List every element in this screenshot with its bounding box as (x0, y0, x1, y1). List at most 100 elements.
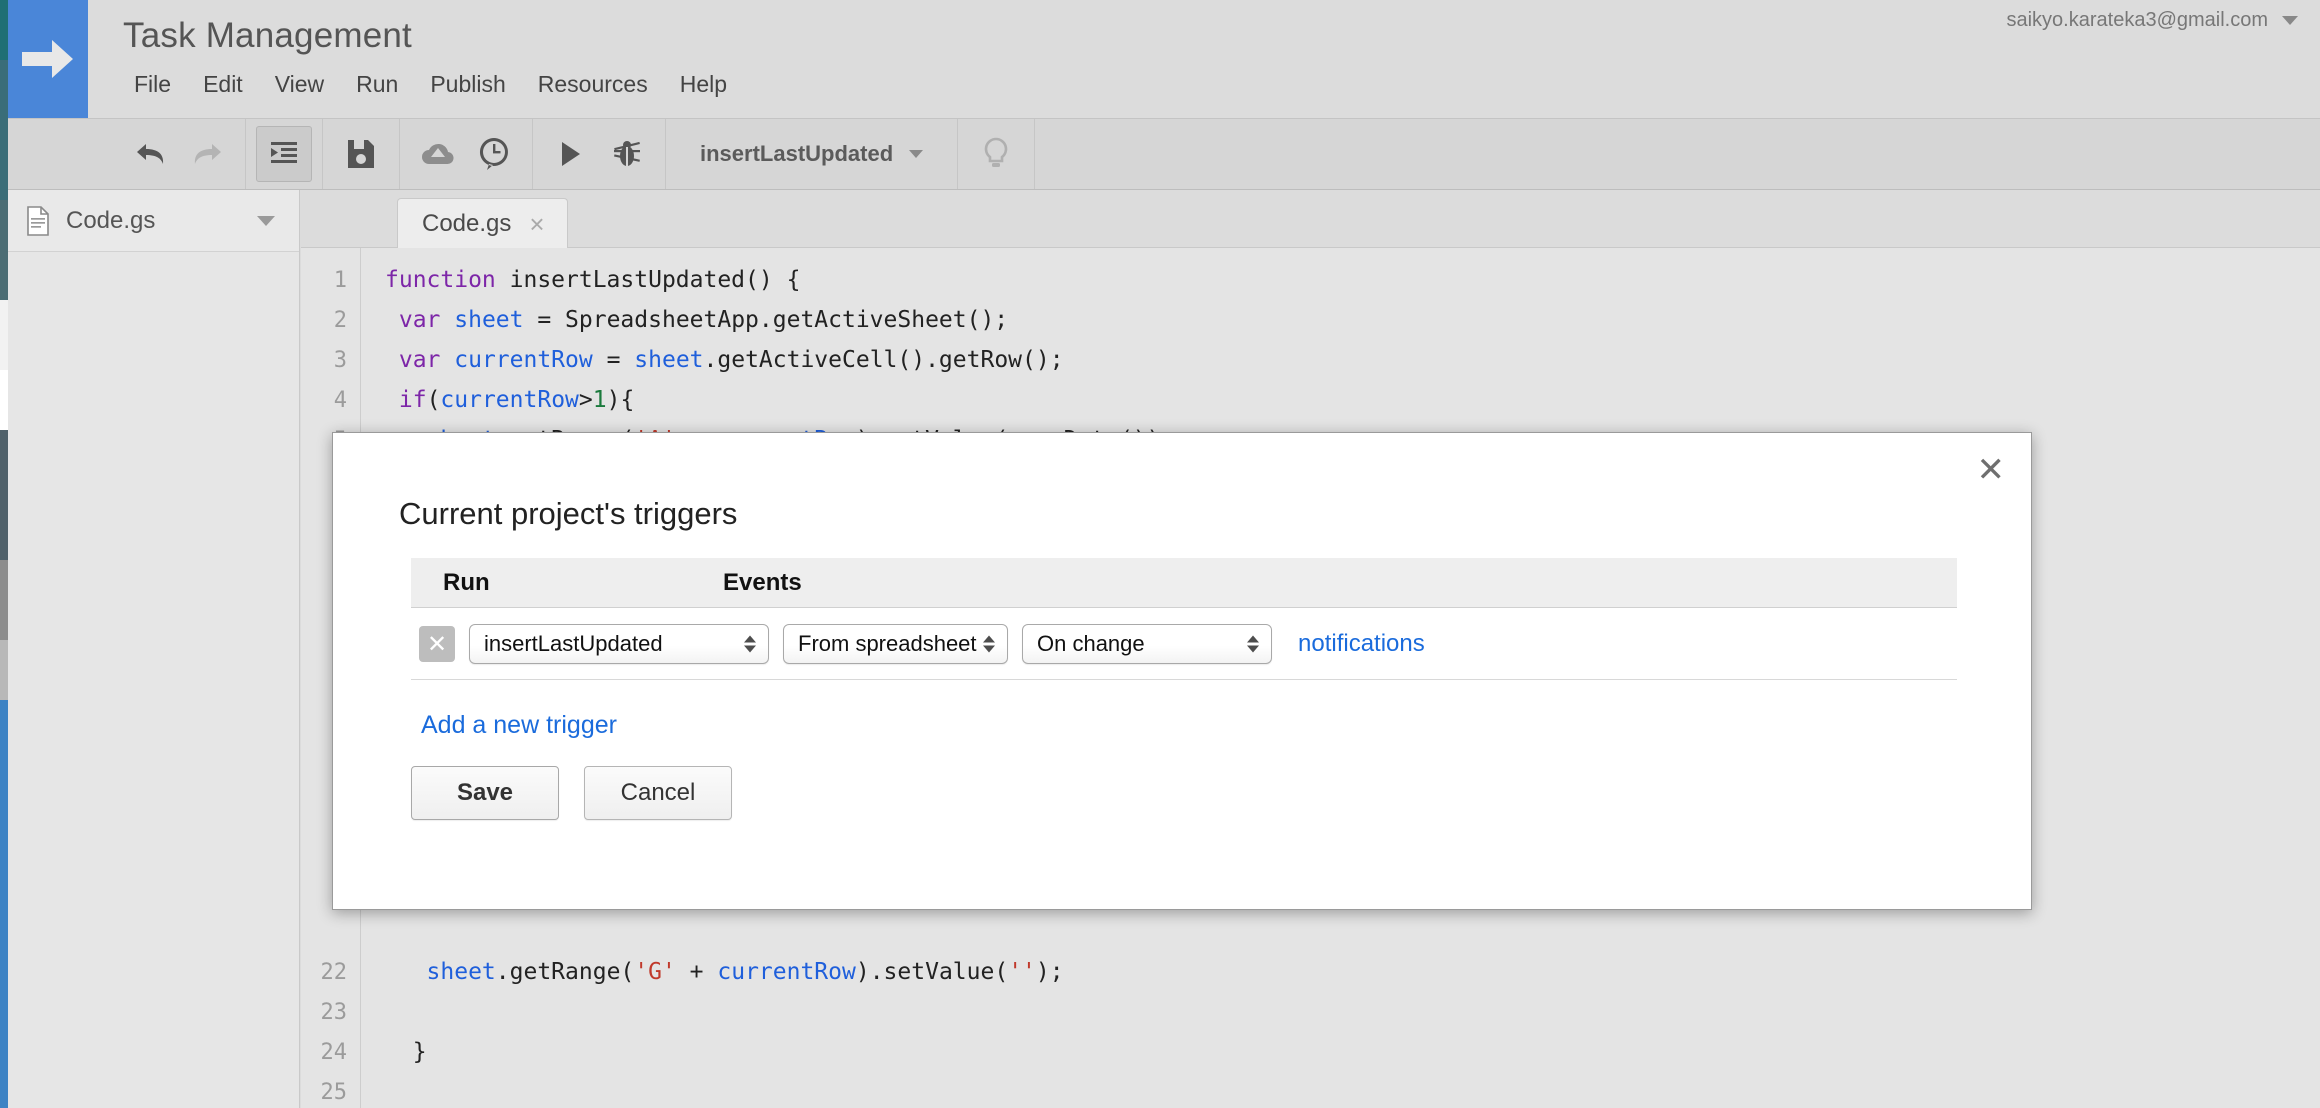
code-line: 2 var sheet = SpreadsheetApp.getActiveSh… (301, 300, 2320, 340)
triggers-table: Run Events ✕ insertLastUpdated From spre… (411, 558, 1957, 680)
code-line: 24 } (301, 1032, 2320, 1072)
close-icon[interactable]: ✕ (1977, 453, 2006, 487)
run-button[interactable] (543, 126, 599, 182)
line-number: 1 (333, 267, 347, 293)
cancel-button[interactable]: Cancel (584, 766, 732, 820)
tab-label: Code.gs (422, 209, 512, 237)
menu-edit[interactable]: Edit (187, 68, 259, 101)
line-number: 24 (320, 1039, 348, 1065)
file-sidebar: Code.gs (8, 190, 300, 1108)
toolbar-group-history (113, 119, 246, 189)
play-icon (562, 142, 580, 166)
sidebar-file-label: Code.gs (66, 206, 156, 234)
code-text: } (385, 1039, 427, 1065)
trigger-event-select[interactable]: On change (1022, 623, 1272, 664)
close-icon[interactable]: × (529, 211, 544, 237)
hint-button[interactable] (968, 126, 1024, 182)
trigger-source-value: From spreadsheet (798, 630, 977, 656)
code-text: var sheet = SpreadsheetApp.getActiveShee… (398, 307, 1009, 333)
lightbulb-icon (984, 137, 1008, 167)
code-line: 25 (301, 1072, 2320, 1108)
trigger-source-select[interactable]: From spreadsheet (783, 623, 1008, 664)
function-selector[interactable]: insertLastUpdated (676, 141, 947, 167)
redo-button[interactable] (179, 126, 235, 182)
select-arrows-icon (983, 635, 995, 652)
arrow-right-icon (22, 40, 73, 78)
tab-code-gs[interactable]: Code.gs × (397, 198, 568, 248)
toolbar-group-hint (958, 119, 1036, 189)
chevron-down-icon (909, 150, 924, 158)
menu-help[interactable]: Help (664, 68, 743, 101)
chevron-down-icon (2282, 16, 2298, 25)
editor-tabbar: Code.gs × (301, 190, 2320, 248)
code-text: function insertLastUpdated() { (385, 267, 801, 293)
cloud-upload-icon (422, 143, 454, 165)
floppy-disk-icon (348, 140, 374, 168)
line-number: 25 (320, 1079, 348, 1105)
trigger-function-select[interactable]: insertLastUpdated (469, 623, 769, 664)
menu-run[interactable]: Run (340, 68, 414, 101)
app-root: Task Management File Edit View Run Publi… (0, 0, 2320, 1108)
triggers-table-header: Run Events (411, 558, 1957, 608)
toolbar-group-save (323, 119, 400, 189)
triggers-button[interactable] (466, 126, 522, 182)
dialog-actions: Save Cancel (411, 766, 732, 820)
table-row: ✕ insertLastUpdated From spreadsheet On … (411, 608, 1957, 680)
code-text: sheet.getRange('G' + currentRow).setValu… (426, 959, 1064, 985)
toolbar: insertLastUpdated (8, 118, 2320, 190)
menu-view[interactable]: View (259, 68, 340, 101)
debug-button[interactable] (599, 126, 655, 182)
menu-publish[interactable]: Publish (414, 68, 521, 101)
toolbar-group-function: insertLastUpdated (666, 119, 959, 189)
indent-button[interactable] (256, 126, 312, 182)
save-button[interactable] (333, 126, 389, 182)
indent-icon (271, 142, 297, 163)
menu-resources[interactable]: Resources (522, 68, 664, 101)
select-arrows-icon (744, 635, 756, 652)
clock-icon (479, 138, 508, 170)
notifications-link[interactable]: notifications (1298, 630, 1425, 658)
toolbar-group-run (533, 119, 666, 189)
menubar: File Edit View Run Publish Resources Hel… (126, 68, 743, 101)
line-number: 22 (320, 959, 348, 985)
save-button[interactable]: Save (411, 766, 559, 820)
code-line: 3 var currentRow = sheet.getActiveCell()… (301, 340, 2320, 380)
background-window-strip (0, 0, 8, 1108)
redo-icon (194, 144, 221, 164)
account-email: saikyo.karateka3@gmail.com (2006, 9, 2268, 31)
trigger-function-value: insertLastUpdated (484, 630, 663, 656)
undo-icon (137, 144, 164, 164)
add-new-trigger-link[interactable]: Add a new trigger (421, 711, 617, 740)
page-title: Task Management (123, 16, 412, 55)
trigger-event-value: On change (1037, 630, 1145, 656)
select-arrows-icon (1247, 635, 1259, 652)
line-number: 2 (333, 307, 347, 333)
line-number: 3 (333, 347, 347, 373)
column-header-events: Events (723, 568, 802, 596)
undo-button[interactable] (123, 126, 179, 182)
sidebar-item-code-gs[interactable]: Code.gs (8, 190, 299, 252)
code-line: 22 sheet.getRange('G' + currentRow).setV… (301, 952, 2320, 992)
code-line: 1 function insertLastUpdated() { (301, 260, 2320, 300)
toolbar-group-indent (246, 119, 323, 189)
line-number: 23 (320, 999, 348, 1025)
triggers-dialog: ✕ Current project's triggers Run Events … (332, 432, 2032, 910)
chevron-down-icon[interactable] (257, 215, 275, 226)
app-header: Task Management File Edit View Run Publi… (8, 0, 2320, 118)
code-text: if(currentRow>1){ (398, 387, 635, 413)
delete-trigger-button[interactable]: ✕ (419, 625, 455, 662)
document-icon (27, 205, 49, 236)
dialog-title: Current project's triggers (399, 496, 738, 531)
column-header-run: Run (443, 568, 490, 596)
code-text: var currentRow = sheet.getActiveCell().g… (398, 347, 1064, 373)
menu-file[interactable]: File (126, 68, 187, 101)
apps-script-logo[interactable] (8, 0, 88, 118)
publish-button[interactable] (410, 126, 466, 182)
toolbar-group-deploy (400, 119, 533, 189)
code-line: 4 if(currentRow>1){ (301, 380, 2320, 420)
bug-icon (614, 141, 640, 167)
code-line: 23 (301, 992, 2320, 1032)
function-selector-label: insertLastUpdated (700, 141, 894, 166)
line-number: 4 (333, 387, 347, 413)
account-menu[interactable]: saikyo.karateka3@gmail.com (2006, 9, 2298, 32)
